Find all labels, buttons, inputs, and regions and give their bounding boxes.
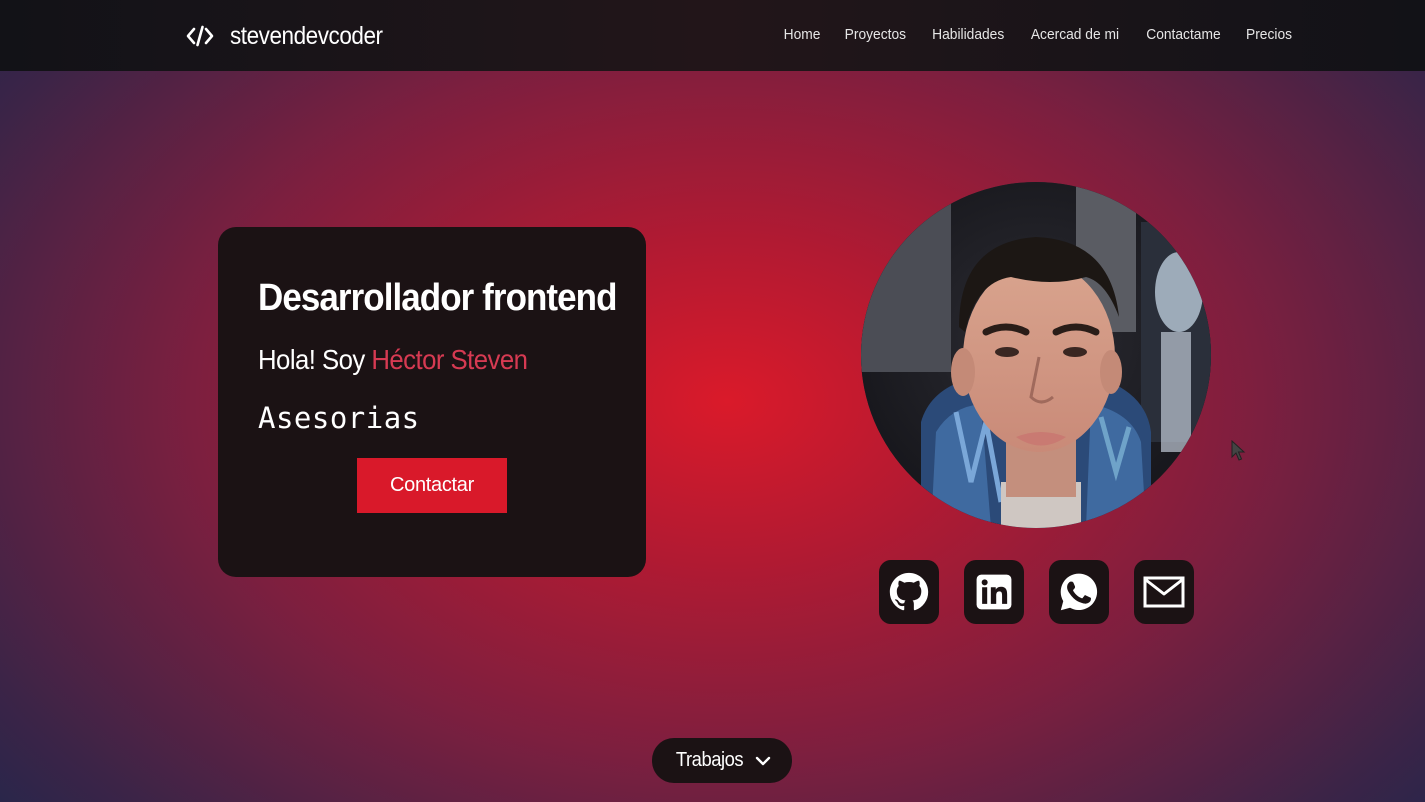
greeting-text: Hola! Soy xyxy=(258,344,372,375)
nav-link-precios[interactable]: Precios xyxy=(1246,26,1292,43)
github-icon xyxy=(889,572,929,611)
profile-photo xyxy=(861,182,1211,528)
intro-card: Desarrollador frontend Hola! Soy Héctor … xyxy=(218,227,646,577)
main-nav: Home Proyectos Habilidades Acercad de mi… xyxy=(782,26,1294,43)
nav-link-contactame[interactable]: Contactame xyxy=(1146,26,1220,43)
trabajos-label: Trabajos xyxy=(676,749,744,771)
email-button[interactable] xyxy=(1134,560,1194,624)
github-button[interactable] xyxy=(879,560,939,624)
hero-greeting: Hola! Soy Héctor Steven xyxy=(258,344,528,376)
linkedin-icon xyxy=(976,574,1012,610)
highlighted-name: Héctor Steven xyxy=(371,344,528,375)
chevron-down-icon xyxy=(755,756,770,765)
nav-link-home[interactable]: Home xyxy=(784,26,821,43)
typed-text: Asesorias xyxy=(258,401,420,435)
social-links xyxy=(879,560,1194,624)
mail-icon xyxy=(1143,576,1185,608)
nav-link-acerca[interactable]: Acercad de mi xyxy=(1031,26,1119,43)
linkedin-button[interactable] xyxy=(964,560,1024,624)
nav-link-habilidades[interactable]: Habilidades xyxy=(932,26,1004,43)
whatsapp-icon xyxy=(1060,573,1098,611)
code-icon xyxy=(186,25,214,47)
brand-logo[interactable]: stevendevcoder xyxy=(186,20,400,52)
hero-title: Desarrollador frontend xyxy=(258,277,617,319)
whatsapp-button[interactable] xyxy=(1049,560,1109,624)
mouse-cursor-icon xyxy=(1231,440,1246,461)
contact-button[interactable]: Contactar xyxy=(357,458,507,513)
profile-photo-illustration xyxy=(861,182,1211,528)
site-header: stevendevcoder Home Proyectos Habilidade… xyxy=(0,0,1425,71)
trabajos-button[interactable]: Trabajos xyxy=(652,738,792,783)
nav-link-proyectos[interactable]: Proyectos xyxy=(845,26,906,43)
brand-name: stevendevcoder xyxy=(230,21,383,50)
